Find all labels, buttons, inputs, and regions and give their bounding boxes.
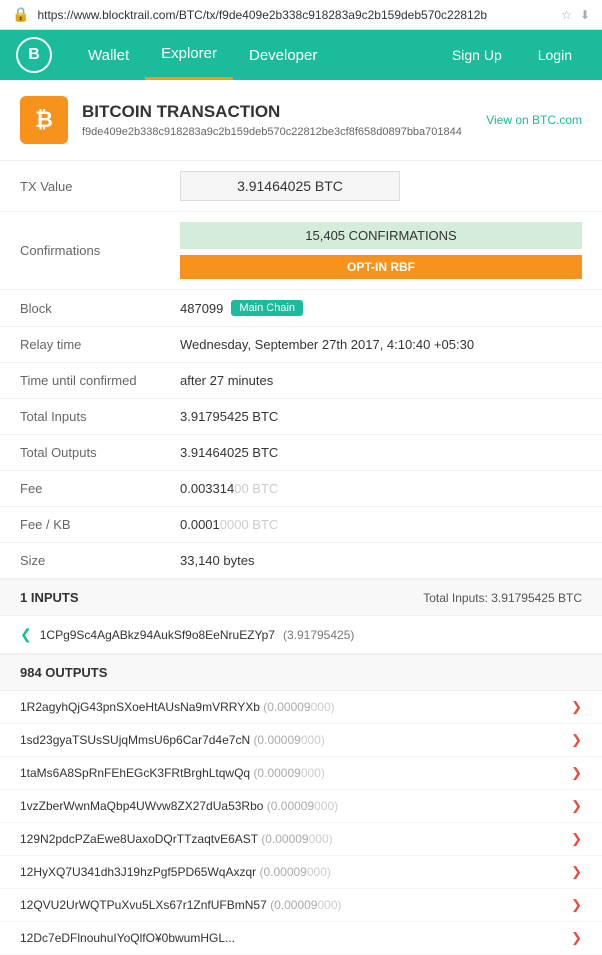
- nav-explorer[interactable]: Explorer: [145, 30, 233, 80]
- block-number: 487099: [180, 301, 223, 316]
- output-address: 12Dc7eDFlnouhuIYoQlfO¥0bwumHGL...: [20, 931, 571, 945]
- output-item[interactable]: 1R2agyhQjG43pnSXoeHtAUsNa9mVRRYXb (0.000…: [0, 691, 602, 724]
- tx-hash: f9de409e2b338c918283a9c2b159deb570c22812…: [82, 126, 462, 138]
- output-item[interactable]: 1taMs6A8SpRnFEhEGcK3FRtBrghLtqwQq (0.000…: [0, 757, 602, 790]
- view-on-btc-link[interactable]: View on BTC.com: [486, 113, 582, 127]
- url-text: https://www.blocktrail.com/BTC/tx/f9de40…: [37, 8, 553, 22]
- inputs-section-header: 1 INPUTS Total Inputs: 3.91795425 BTC: [0, 579, 602, 616]
- tx-info: BITCOIN TRANSACTION f9de409e2b338c918283…: [82, 102, 462, 138]
- logo[interactable]: B: [16, 37, 52, 73]
- relay-time-row: Relay time Wednesday, September 27th 201…: [0, 327, 602, 363]
- chevron-right-icon: ❯: [571, 798, 582, 814]
- fee-label: Fee: [0, 471, 160, 507]
- fee-dim: 00 BTC: [234, 481, 278, 496]
- lock-icon: 🔒: [12, 6, 29, 23]
- main-chain-badge: Main Chain: [231, 300, 303, 316]
- chevron-right-icon: ❯: [571, 864, 582, 880]
- main-content: ₿ BITCOIN TRANSACTION f9de409e2b338c9182…: [0, 80, 602, 955]
- login-button[interactable]: Login: [524, 41, 586, 69]
- output-address: 1R2agyhQjG43pnSXoeHtAUsNa9mVRRYXb (0.000…: [20, 700, 571, 714]
- chevron-left-icon: ❮: [20, 626, 32, 643]
- rbf-badge: OPT-IN RBF: [180, 255, 582, 279]
- block-row: Block 487099 Main Chain: [0, 290, 602, 327]
- relay-time-value: Wednesday, September 27th 2017, 4:10:40 …: [160, 327, 602, 363]
- output-address: 1vzZberWwnMaQbp4UWvw8ZX27dUa53Rbo (0.000…: [20, 799, 571, 813]
- total-inputs-value: 3.91795425 BTC: [160, 399, 602, 435]
- size-row: Size 33,140 bytes: [0, 543, 602, 579]
- chevron-right-icon: ❯: [571, 897, 582, 913]
- signup-button[interactable]: Sign Up: [438, 41, 516, 69]
- relay-time-label: Relay time: [0, 327, 160, 363]
- time-until-value: after 27 minutes: [160, 363, 602, 399]
- tx-title: BITCOIN TRANSACTION: [82, 102, 462, 122]
- inputs-total: Total Inputs: 3.91795425 BTC: [423, 591, 582, 605]
- chevron-right-icon: ❯: [571, 930, 582, 946]
- output-item[interactable]: 129N2pdcPZaEwe8UaxoDQrTTzaqtvE6AST (0.00…: [0, 823, 602, 856]
- nav-right: Sign Up Login: [438, 41, 586, 69]
- fee-row: Fee 0.00331400 BTC: [0, 471, 602, 507]
- nav-wallet[interactable]: Wallet: [72, 30, 145, 80]
- block-label: Block: [0, 290, 160, 327]
- output-address: 1taMs6A8SpRnFEhEGcK3FRtBrghLtqwQq (0.000…: [20, 766, 571, 780]
- total-outputs-row: Total Outputs 3.91464025 BTC: [0, 435, 602, 471]
- download-icon[interactable]: ⬇: [580, 8, 590, 22]
- chevron-right-icon: ❯: [571, 765, 582, 781]
- nav-developer[interactable]: Developer: [233, 30, 333, 80]
- total-inputs-row: Total Inputs 3.91795425 BTC: [0, 399, 602, 435]
- input-item[interactable]: ❮ 1CPg9Sc4AgABkz94AukSf9o8EeNruEZYp7 (3.…: [0, 616, 602, 654]
- bookmark-icon[interactable]: ☆: [561, 8, 572, 22]
- fee-kb-dim: 0000 BTC: [220, 517, 279, 532]
- confirmations-value: 15,405 CONFIRMATIONS: [180, 222, 582, 249]
- input-address: 1CPg9Sc4AgABkz94AukSf9o8EeNruEZYp7: [40, 628, 275, 642]
- outputs-section-header: 984 OUTPUTS: [0, 654, 602, 691]
- chevron-right-icon: ❯: [571, 732, 582, 748]
- chevron-right-icon: ❯: [571, 699, 582, 715]
- fee-kb-row: Fee / KB 0.00010000 BTC: [0, 507, 602, 543]
- url-bar: 🔒 https://www.blocktrail.com/BTC/tx/f9de…: [0, 0, 602, 30]
- tx-value-row: TX Value 3.91464025 BTC: [0, 161, 602, 212]
- fee-value: 0.003314: [180, 481, 234, 496]
- chevron-right-icon: ❯: [571, 831, 582, 847]
- time-until-label: Time until confirmed: [0, 363, 160, 399]
- output-address: 12HyXQ7U341dh3J19hzPgf5PD65WqAxzqr (0.00…: [20, 865, 571, 879]
- bitcoin-icon: ₿: [20, 96, 68, 144]
- tx-value-label: TX Value: [0, 161, 160, 212]
- output-item[interactable]: 12HyXQ7U341dh3J19hzPgf5PD65WqAxzqr (0.00…: [0, 856, 602, 889]
- fee-kb-label: Fee / KB: [0, 507, 160, 543]
- output-address: 129N2pdcPZaEwe8UaxoDQrTTzaqtvE6AST (0.00…: [20, 832, 571, 846]
- output-item[interactable]: 1vzZberWwnMaQbp4UWvw8ZX27dUa53Rbo (0.000…: [0, 790, 602, 823]
- transaction-header: ₿ BITCOIN TRANSACTION f9de409e2b338c9182…: [0, 80, 602, 161]
- output-item[interactable]: 1sd23gyaTSUsSUjqMmsU6p6Car7d4e7cN (0.000…: [0, 724, 602, 757]
- outputs-list: 1R2agyhQjG43pnSXoeHtAUsNa9mVRRYXb (0.000…: [0, 691, 602, 955]
- outputs-title: 984 OUTPUTS: [20, 665, 107, 680]
- block-cell: 487099 Main Chain: [180, 300, 582, 316]
- confirmations-row: Confirmations 15,405 CONFIRMATIONS OPT-I…: [0, 212, 602, 290]
- output-item[interactable]: 12Dc7eDFlnouhuIYoQlfO¥0bwumHGL... ❯: [0, 922, 602, 955]
- size-label: Size: [0, 543, 160, 579]
- tx-header-left: ₿ BITCOIN TRANSACTION f9de409e2b338c9182…: [20, 96, 462, 144]
- details-table: TX Value 3.91464025 BTC Confirmations 15…: [0, 161, 602, 579]
- output-item[interactable]: 12QVU2UrWQTPuXvu5LXs67r1ZnfUFBmN57 (0.00…: [0, 889, 602, 922]
- input-value: (3.91795425): [283, 628, 354, 642]
- output-address: 1sd23gyaTSUsSUjqMmsU6p6Car7d4e7cN (0.000…: [20, 733, 571, 747]
- inputs-title: 1 INPUTS: [20, 590, 79, 605]
- fee-kb-value: 0.0001: [180, 517, 220, 532]
- total-outputs-label: Total Outputs: [0, 435, 160, 471]
- tx-value-box: 3.91464025 BTC: [180, 171, 400, 201]
- confirmations-label: Confirmations: [0, 212, 160, 290]
- total-outputs-value: 3.91464025 BTC: [160, 435, 602, 471]
- output-address: 12QVU2UrWQTPuXvu5LXs67r1ZnfUFBmN57 (0.00…: [20, 898, 571, 912]
- top-navigation: B Wallet Explorer Developer Sign Up Logi…: [0, 30, 602, 80]
- total-inputs-label: Total Inputs: [0, 399, 160, 435]
- size-value: 33,140 bytes: [160, 543, 602, 579]
- nav-links: Wallet Explorer Developer: [72, 30, 333, 80]
- time-until-row: Time until confirmed after 27 minutes: [0, 363, 602, 399]
